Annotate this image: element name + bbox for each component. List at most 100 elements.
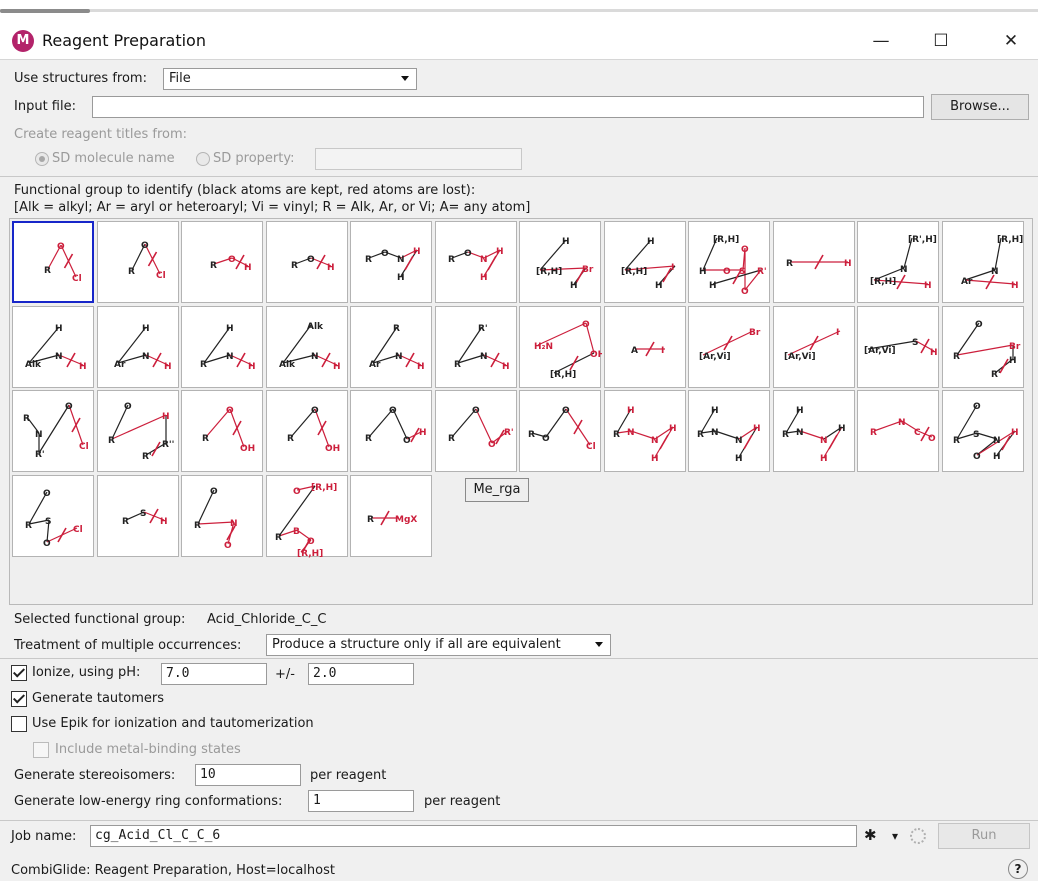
ph-tolerance-field[interactable]: 2.0 <box>308 663 414 685</box>
treatment-select[interactable]: Produce a structure only if all are equi… <box>266 634 611 656</box>
functional-group-tile-aryl-primary-amine[interactable]: H Ar N H <box>96 305 179 388</box>
functional-group-tile-alcohol-oh[interactable]: RO H <box>265 221 348 303</box>
stereoisomers-field[interactable]: 10 <box>195 764 301 786</box>
functional-group-tile-grignard[interactable]: R MgX <box>350 474 432 557</box>
atom-label: [Ar,Vi] <box>864 346 896 356</box>
atom-label: Cl <box>156 271 166 281</box>
functional-group-tile-boronic-ester[interactable]: O [R,H] R B O [R,H] <box>265 474 348 558</box>
structure-drawing: H [R,H] Br H <box>536 237 594 291</box>
functional-group-tile-chloroformate[interactable]: R O O Cl <box>519 390 601 472</box>
gear-icon[interactable]: ✱ <box>864 826 877 844</box>
bond <box>197 520 235 525</box>
sd-property-field <box>315 148 522 170</box>
structure-drawing: RSH <box>122 508 167 527</box>
functional-group-tile-carboxylic-acid-oh[interactable]: R O OH <box>265 390 348 472</box>
functional-group-tile-ketone-alpha-h[interactable]: O R H R'' R' <box>96 390 179 472</box>
functional-group-tile-amino-acid[interactable]: H₂N O OH [R,H] <box>519 305 602 388</box>
minimize-button[interactable]: — <box>858 24 904 58</box>
functional-group-tile-aryl-secondary-amine[interactable]: R Ar N H <box>350 305 432 388</box>
functional-group-tile-hydrazine[interactable]: HRNNHH <box>688 390 770 472</box>
atom-label: O <box>389 406 397 416</box>
cleave-mark <box>661 267 672 283</box>
tautomers-checkbox[interactable] <box>11 691 27 707</box>
functional-group-tile-alkyl-iodide[interactable]: H [R,H] I H <box>603 221 686 303</box>
functional-group-tile-alkyl-bromide[interactable]: H [R,H] Br H <box>519 221 601 303</box>
functional-group-tile-carboxylic-acid-h[interactable]: ROOH <box>350 390 432 472</box>
functional-group-tile-isocyanate[interactable]: R NCO <box>857 390 939 472</box>
atom-label: O <box>975 320 983 330</box>
atom-label: Alk <box>25 360 42 370</box>
functional-group-tile-alpha-bromo-ketone[interactable]: O R Br H R' <box>941 305 1024 388</box>
job-name-field[interactable]: cg_Acid_Cl_C_C_6 <box>90 825 857 847</box>
input-file-field[interactable] <box>92 96 924 118</box>
chevron-down-icon[interactable]: ▾ <box>892 827 898 845</box>
cleave-mark <box>232 420 242 436</box>
atom-label: [Ar,Vi] <box>699 352 731 362</box>
ring-conformations-field[interactable]: 1 <box>308 790 414 812</box>
functional-group-tile-carboxylic-acid[interactable]: R O OH <box>181 390 263 472</box>
atom-label: R <box>200 360 207 370</box>
close-button[interactable]: ✕ <box>988 24 1034 58</box>
atom-label: [R',H] <box>908 235 937 245</box>
use-structures-select[interactable]: File <box>163 68 417 90</box>
functional-group-tile-aryl-amine-rh[interactable]: [R,H] N Ar H <box>941 221 1024 303</box>
atom-label: Alk <box>307 322 324 332</box>
help-icon[interactable]: ? <box>1008 859 1028 879</box>
functional-group-tile-dialkyl-amine[interactable]: Alk Alk N H <box>265 305 348 388</box>
atom-label: N <box>230 519 238 529</box>
functional-group-tile-weinreb-amide[interactable]: O R N O <box>181 474 263 557</box>
functional-group-tile-alcohol[interactable]: R OH <box>181 221 263 303</box>
atom-label: O <box>307 537 315 547</box>
structure-drawing: R O Cl <box>44 242 82 284</box>
functional-group-tile-sulfonyl-chloride[interactable]: O R S O Cl <box>12 474 94 557</box>
browse-button[interactable]: Browse... <box>931 94 1029 120</box>
functional-group-tile-vinyl-bromide[interactable]: [Ar,Vi] Br <box>688 305 770 388</box>
functional-group-tile-any-iodide[interactable]: AI <box>603 305 686 388</box>
cleave-mark <box>743 434 753 450</box>
functional-group-tile-alkyl-primary-amine[interactable]: H Alk N H <box>12 305 94 388</box>
atom-label: Cl <box>73 525 83 535</box>
ionize-checkbox[interactable] <box>11 665 27 681</box>
functional-group-tile-thiol[interactable]: [Ar,Vi] S H <box>857 305 939 388</box>
atom-label: H <box>333 362 341 372</box>
cleave-mark <box>494 429 505 445</box>
atom-label: R <box>870 428 877 438</box>
atom-label: OH <box>590 350 602 360</box>
functional-group-tile-hydroxylamine[interactable]: RONH H <box>350 221 432 303</box>
functional-group-tile-sulfonate[interactable]: [R,H] H O S O O R' H <box>688 221 770 303</box>
maximize-button[interactable]: ☐ <box>918 24 964 58</box>
functional-group-tile-vinyl-iodide[interactable]: [Ar,Vi] I <box>772 305 855 388</box>
structure-drawing: RO H <box>291 254 334 273</box>
atom-label: H <box>480 273 488 283</box>
atom-label: [R,H] <box>536 267 562 277</box>
atom-label: H <box>838 424 846 434</box>
atom-label: R <box>393 324 400 334</box>
functional-group-tile-sulfonamide[interactable]: O R S N O H H <box>941 390 1024 472</box>
functional-group-tile-carbamoyl-chloride[interactable]: R N R' O Cl <box>12 390 94 472</box>
functional-group-tile-terminal-alkyne[interactable]: RH <box>772 221 855 303</box>
run-button[interactable]: Run <box>938 823 1030 849</box>
atom-label: R' <box>504 428 514 438</box>
ph-field[interactable]: 7.0 <box>161 663 267 685</box>
functional-group-tile-thiol-r[interactable]: RSH <box>96 474 179 557</box>
atom-label: O <box>224 541 232 551</box>
functional-group-tile-hydrazine-inner[interactable]: HRNNHH <box>772 390 855 472</box>
functional-group-tile-primary-amine[interactable]: H R N H <box>181 305 263 388</box>
atom-label: O <box>741 287 749 297</box>
atom-label: O <box>307 255 315 265</box>
functional-group-tile-acid-chloride-keep[interactable]: R O Cl <box>96 221 179 303</box>
functional-group-tile-hydrazine-nh[interactable]: HRNNHH <box>603 390 686 472</box>
cleave-mark <box>405 352 415 367</box>
structure-drawing: HR NNHH <box>782 406 846 464</box>
functional-group-tile-acid-chloride[interactable]: R O Cl <box>12 221 94 303</box>
atom-label: R <box>202 434 209 444</box>
atom-label: H <box>162 412 170 422</box>
functional-group-tile-secondary-amine[interactable]: R' R N H <box>434 305 517 388</box>
functional-group-tile-hydroxylamine-n[interactable]: RONH H <box>434 221 517 303</box>
radio-sd-property[interactable] <box>196 152 210 166</box>
functional-group-tile-ester[interactable]: R O O R' <box>434 390 517 472</box>
atom-label: H <box>502 362 510 372</box>
functional-group-tile-secondary-amine-rh[interactable]: [R',H] N [R,H] H <box>857 221 939 303</box>
radio-sd-molecule-name[interactable] <box>35 152 49 166</box>
epik-checkbox[interactable] <box>11 716 27 732</box>
